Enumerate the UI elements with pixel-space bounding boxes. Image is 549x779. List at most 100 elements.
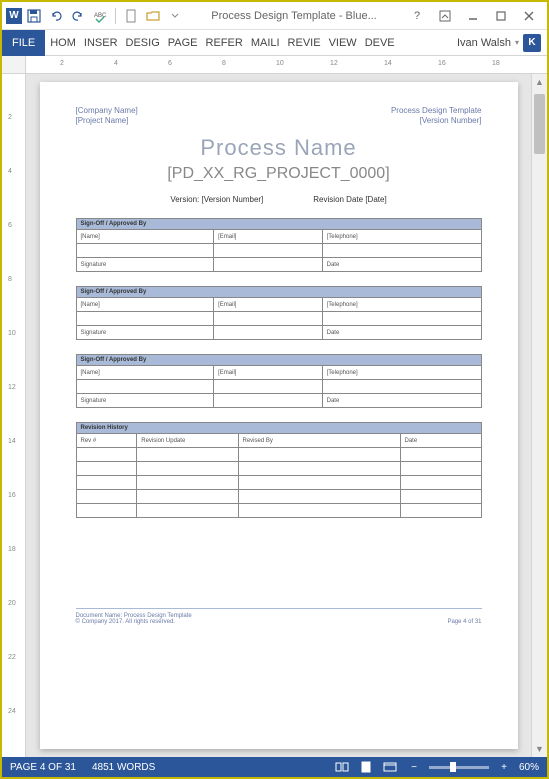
print-layout-icon[interactable] bbox=[357, 760, 375, 774]
table-cell bbox=[137, 462, 238, 476]
table-cell bbox=[214, 258, 323, 272]
vruler-tick: 20 bbox=[8, 600, 16, 607]
table-cell: [Telephone] bbox=[322, 230, 481, 244]
page-footer: Document Name: Process Design Template ©… bbox=[76, 608, 482, 625]
tab-view[interactable]: VIEW bbox=[326, 30, 360, 56]
redo-icon[interactable] bbox=[68, 6, 88, 26]
spelling-icon[interactable]: ABC bbox=[90, 6, 110, 26]
table-cell bbox=[322, 312, 481, 326]
table-cell bbox=[400, 476, 481, 490]
zoom-out-icon[interactable]: − bbox=[405, 760, 423, 774]
table-cell: [Email] bbox=[214, 298, 323, 312]
table-cell bbox=[322, 244, 481, 258]
table-cell: Signature bbox=[76, 326, 214, 340]
user-area[interactable]: Ivan Walsh ▾ K bbox=[457, 34, 547, 52]
table-cell: Date bbox=[322, 258, 481, 272]
meta-revdate: Revision Date [Date] bbox=[313, 195, 386, 204]
read-mode-icon[interactable] bbox=[333, 760, 351, 774]
vruler-tick: 8 bbox=[8, 276, 12, 283]
quick-access-toolbar: ABC bbox=[24, 6, 185, 26]
document-area: 2 4 6 8 10 12 14 16 18 20 22 24 [Company… bbox=[2, 74, 547, 757]
table-cell: Date bbox=[400, 434, 481, 448]
page-header: [Company Name] [Project Name] Process De… bbox=[76, 106, 482, 125]
ruler-tick: 4 bbox=[114, 60, 118, 67]
tab-developer[interactable]: DEVE bbox=[362, 30, 398, 56]
table-cell: Date bbox=[322, 326, 481, 340]
tab-references[interactable]: REFER bbox=[203, 30, 246, 56]
table-cell: [Email] bbox=[214, 366, 323, 380]
tab-review[interactable]: REVIE bbox=[285, 30, 324, 56]
file-tab[interactable]: FILE bbox=[2, 30, 45, 56]
title-bar: W ABC Process Design Template - Blue... … bbox=[2, 2, 547, 30]
table-cell bbox=[76, 244, 214, 258]
svg-text:ABC: ABC bbox=[94, 13, 107, 19]
tab-home[interactable]: HOM bbox=[47, 30, 79, 56]
undo-icon[interactable] bbox=[46, 6, 66, 26]
save-icon[interactable] bbox=[24, 6, 44, 26]
table-cell: Date bbox=[322, 394, 481, 408]
new-icon[interactable] bbox=[121, 6, 141, 26]
separator bbox=[115, 8, 116, 24]
minimize-icon[interactable] bbox=[459, 5, 487, 27]
table-cell: [Telephone] bbox=[322, 298, 481, 312]
table-cell bbox=[400, 490, 481, 504]
status-words[interactable]: 4851 WORDS bbox=[92, 762, 155, 773]
table-cell bbox=[137, 448, 238, 462]
maximize-icon[interactable] bbox=[487, 5, 515, 27]
vruler-tick: 22 bbox=[8, 654, 16, 661]
table-cell bbox=[214, 244, 323, 258]
document-page[interactable]: [Company Name] [Project Name] Process De… bbox=[40, 82, 518, 749]
table-cell bbox=[76, 312, 214, 326]
document-code: [PD_XX_RG_PROJECT_0000] bbox=[76, 165, 482, 183]
vertical-ruler[interactable]: 2 4 6 8 10 12 14 16 18 20 22 24 bbox=[2, 74, 26, 757]
tab-page-layout[interactable]: PAGE bbox=[165, 30, 201, 56]
ruler-tick: 6 bbox=[168, 60, 172, 67]
horizontal-ruler[interactable]: 2 4 6 8 10 12 14 16 18 bbox=[26, 56, 547, 73]
vruler-tick: 12 bbox=[8, 384, 16, 391]
page-viewport[interactable]: [Company Name] [Project Name] Process De… bbox=[26, 74, 531, 757]
app-icon: W bbox=[6, 8, 22, 24]
table-cell bbox=[322, 380, 481, 394]
zoom-slider[interactable] bbox=[429, 766, 489, 769]
ribbon-options-icon[interactable] bbox=[431, 5, 459, 27]
open-icon[interactable] bbox=[143, 6, 163, 26]
revision-history-table: Revision History Rev # Revision Update R… bbox=[76, 422, 482, 518]
vruler-tick: 2 bbox=[8, 114, 12, 121]
table-header: Sign-Off / Approved By bbox=[76, 287, 481, 298]
zoom-percent[interactable]: 60% bbox=[519, 762, 539, 773]
vruler-tick: 6 bbox=[8, 222, 12, 229]
table-cell: [Name] bbox=[76, 230, 214, 244]
table-cell bbox=[76, 380, 214, 394]
qat-dropdown-icon[interactable] bbox=[165, 6, 185, 26]
close-icon[interactable] bbox=[515, 5, 543, 27]
table-cell bbox=[400, 504, 481, 518]
table-cell bbox=[137, 490, 238, 504]
vertical-scrollbar[interactable]: ▲ ▼ bbox=[531, 74, 547, 757]
window-title: Process Design Template - Blue... bbox=[185, 10, 403, 22]
table-cell bbox=[76, 476, 137, 490]
tab-mailings[interactable]: MAILI bbox=[248, 30, 283, 56]
zoom-slider-thumb[interactable] bbox=[450, 762, 456, 772]
status-bar: PAGE 4 OF 31 4851 WORDS − + 60% bbox=[2, 757, 547, 777]
meta-version: Version: [Version Number] bbox=[170, 195, 263, 204]
zoom-in-icon[interactable]: + bbox=[495, 760, 513, 774]
ruler-corner bbox=[2, 56, 26, 73]
scroll-up-icon[interactable]: ▲ bbox=[532, 74, 547, 90]
scroll-down-icon[interactable]: ▼ bbox=[532, 741, 547, 757]
table-cell: Signature bbox=[76, 394, 214, 408]
web-layout-icon[interactable] bbox=[381, 760, 399, 774]
tab-design[interactable]: DESIG bbox=[123, 30, 163, 56]
table-cell: Revision Update bbox=[137, 434, 238, 448]
header-project: [Project Name] bbox=[76, 116, 138, 125]
scroll-thumb[interactable] bbox=[534, 94, 545, 154]
help-icon[interactable]: ? bbox=[403, 5, 431, 27]
footer-page: Page 4 of 31 bbox=[447, 619, 481, 625]
ruler-tick: 12 bbox=[330, 60, 338, 67]
status-page[interactable]: PAGE 4 OF 31 bbox=[10, 762, 76, 773]
header-version: [Version Number] bbox=[391, 116, 482, 125]
table-cell bbox=[214, 326, 323, 340]
vruler-tick: 10 bbox=[8, 330, 16, 337]
footer-copyright: © Company 2017. All rights reserved. bbox=[76, 619, 175, 625]
table-cell: [Name] bbox=[76, 298, 214, 312]
tab-insert[interactable]: INSER bbox=[81, 30, 121, 56]
